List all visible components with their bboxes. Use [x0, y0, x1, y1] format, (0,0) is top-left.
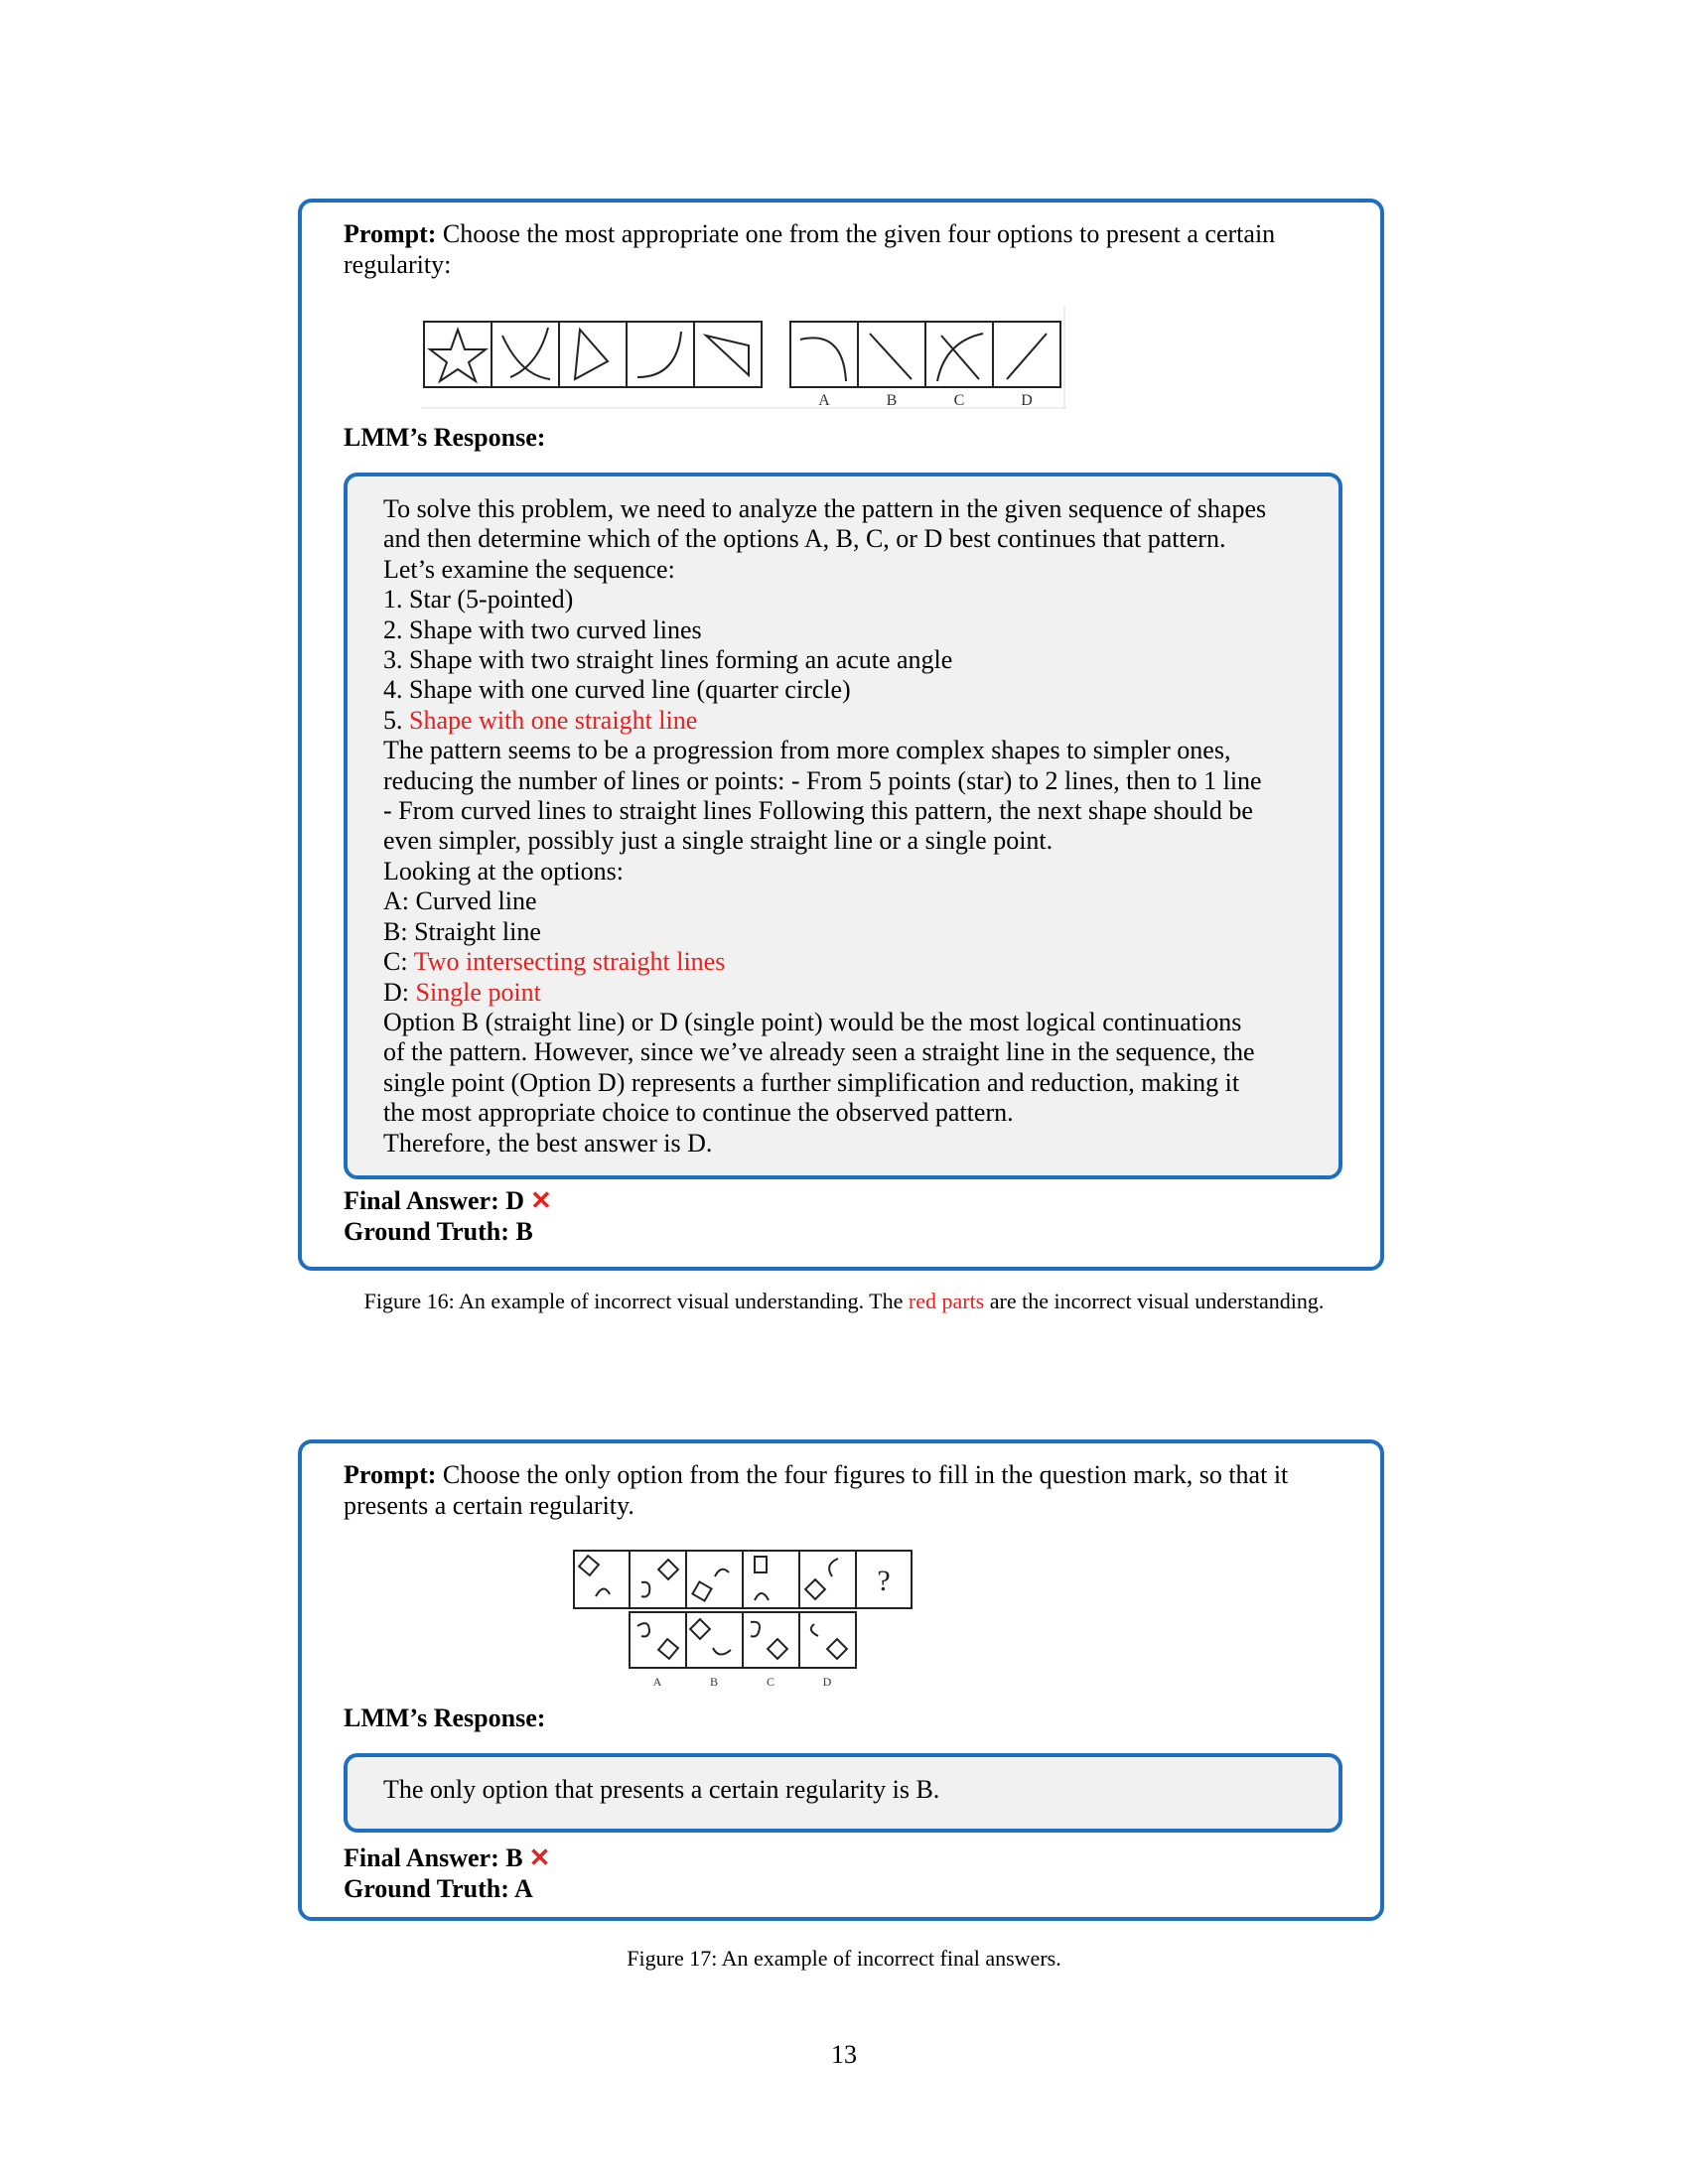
- response-text: 5.: [383, 705, 409, 735]
- response-line: The pattern seems to be a progression fr…: [383, 736, 1303, 765]
- figure-17-caption: Figure 17: An example of incorrect final…: [627, 1946, 1061, 1971]
- response-text: The only option that presents a certain …: [383, 1775, 940, 1804]
- triangle-shape: [702, 334, 750, 378]
- response-label: LMM’s Response:: [344, 1704, 546, 1732]
- figure-16-card: Prompt: Choose the most appropriate one …: [298, 199, 1384, 1271]
- response-line: single point (Option D) represents a fur…: [383, 1068, 1303, 1098]
- response-text: single point (Option D) represents a fur…: [383, 1067, 1240, 1097]
- option-label-b: B: [710, 1675, 718, 1689]
- response-text: Option B (straight line) or D (single po…: [383, 1007, 1242, 1036]
- option-label-c: C: [767, 1675, 774, 1689]
- prompt-17: Prompt: Choose the only option from the …: [344, 1459, 1342, 1521]
- prompt-text: Choose the only option from the four fig…: [344, 1460, 1289, 1520]
- option-label-a: A: [653, 1675, 662, 1689]
- incorrect-highlight: Single point: [415, 977, 541, 1007]
- response-text: and then determine which of the options …: [383, 524, 1226, 554]
- response-line: D: Single point: [383, 978, 1303, 1008]
- response-text: A: Curved line: [383, 887, 537, 916]
- question-mark: ?: [877, 1565, 890, 1597]
- response-line: Let’s examine the sequence:: [383, 555, 1303, 585]
- response-line: of the pattern. However, since we’ve alr…: [383, 1037, 1303, 1067]
- response-line: 3. Shape with two straight lines forming…: [383, 645, 1303, 675]
- option-a-curve: [799, 337, 847, 382]
- wrong-x-icon: ✕: [530, 1186, 552, 1215]
- curve-b-shape: [509, 327, 549, 378]
- response-line: Therefore, the best answer is D.: [383, 1129, 1303, 1159]
- response-line: 4. Shape with one curved line (quarter c…: [383, 675, 1303, 705]
- response-text: reducing the number of lines or points: …: [383, 765, 1262, 795]
- response-text: B: Straight line: [383, 916, 541, 946]
- response-label: LMM’s Response:: [344, 423, 546, 452]
- response-box: The only option that presents a certain …: [344, 1753, 1342, 1833]
- response-box: To solve this problem, we need to analyz…: [344, 473, 1342, 1179]
- incorrect-highlight: Two intersecting straight lines: [413, 947, 726, 977]
- response-line: To solve this problem, we need to analyz…: [383, 494, 1303, 524]
- option-b-line: [869, 333, 913, 380]
- option-label-c: C: [954, 392, 965, 409]
- response-text: of the pattern. However, since we’ve alr…: [383, 1037, 1255, 1067]
- response-text: - From curved lines to straight lines Fo…: [383, 796, 1253, 826]
- response-text: The pattern seems to be a progression fr…: [383, 736, 1231, 765]
- final-answer: Final Answer: D: [344, 1186, 524, 1215]
- option-label-b: B: [887, 392, 898, 409]
- response-line: and then determine which of the options …: [383, 524, 1303, 554]
- response-text: Let’s examine the sequence:: [383, 554, 675, 584]
- response-text: Looking at the options:: [383, 856, 624, 886]
- response-line: Option B (straight line) or D (single po…: [383, 1008, 1303, 1037]
- star-shape: [427, 326, 489, 384]
- response-line: 5. Shape with one straight line: [383, 706, 1303, 736]
- response-text: 3. Shape with two straight lines forming…: [383, 645, 953, 675]
- incorrect-highlight: Shape with one straight line: [409, 705, 698, 735]
- figure-16-caption: Figure 16: An example of incorrect visua…: [363, 1289, 1325, 1313]
- option-d-line: [1006, 333, 1048, 380]
- response-line: Looking at the options:: [383, 857, 1303, 887]
- quarter-curve-shape: [636, 331, 682, 378]
- response-text: D:: [383, 977, 416, 1007]
- response-text: even simpler, possibly just a single str…: [383, 826, 1054, 856]
- caption-red-parts: red parts: [908, 1289, 985, 1313]
- final-answer: Final Answer: B: [344, 1843, 523, 1872]
- final-answer-block: Final Answer: B ✕ Ground Truth: A: [344, 1843, 550, 1904]
- response-line: reducing the number of lines or points: …: [383, 766, 1303, 796]
- prompt-label: Prompt:: [344, 219, 437, 248]
- response-text: 1. Star (5-pointed): [383, 585, 574, 614]
- angle-shape: [573, 327, 610, 381]
- wrong-x-icon: ✕: [528, 1843, 551, 1872]
- prompt-16: Prompt: Choose the most appropriate one …: [344, 218, 1342, 280]
- response-text: the most appropriate choice to continue …: [383, 1098, 1014, 1128]
- prompt-text: Choose the most appropriate one from the…: [344, 219, 1276, 279]
- prompt-label: Prompt:: [344, 1460, 437, 1489]
- ground-truth: Ground Truth: A: [344, 1874, 533, 1903]
- page-number: 13: [831, 2040, 857, 2069]
- figure-17-card: Prompt: Choose the only option from the …: [298, 1439, 1384, 1921]
- option-label-a: A: [818, 392, 830, 409]
- response-text: 2. Shape with two curved lines: [383, 614, 702, 644]
- response-line: C: Two intersecting straight lines: [383, 947, 1303, 977]
- option-label-d: D: [823, 1675, 832, 1689]
- response-text: 4. Shape with one curved line (quarter c…: [383, 675, 851, 705]
- response-line: B: Straight line: [383, 917, 1303, 947]
- question-mark-puzzle-figure: ? A B C D: [573, 1550, 913, 1689]
- response-text: To solve this problem, we need to analyz…: [383, 494, 1267, 523]
- response-line: - From curved lines to straight lines Fo…: [383, 796, 1303, 826]
- response-line: 2. Shape with two curved lines: [383, 615, 1303, 645]
- response-line: the most appropriate choice to continue …: [383, 1098, 1303, 1128]
- response-line: 1. Star (5-pointed): [383, 585, 1303, 614]
- response-text: Therefore, the best answer is D.: [383, 1128, 713, 1158]
- sequence-puzzle-figure: A B C D: [421, 306, 1066, 409]
- response-text: C:: [383, 947, 414, 977]
- ground-truth: Ground Truth: B: [344, 1217, 533, 1246]
- response-line: A: Curved line: [383, 887, 1303, 916]
- option-label-d: D: [1021, 392, 1033, 409]
- response-line: even simpler, possibly just a single str…: [383, 826, 1303, 856]
- final-answer-block: Final Answer: D ✕ Ground Truth: B: [344, 1185, 552, 1247]
